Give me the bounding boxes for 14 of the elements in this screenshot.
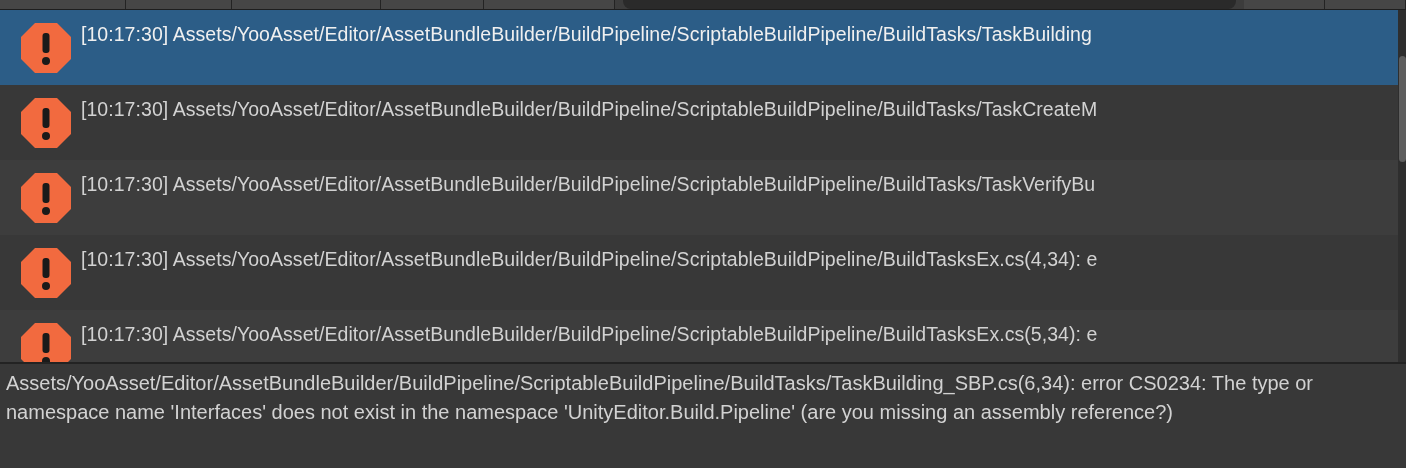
error-icon	[20, 247, 72, 299]
error-detail: Assets/YooAsset/Editor/AssetBundleBuilder/BuildPipeline/ScriptableBuildPipeline/BuildTasks/TaskBuilding_SBP.cs(6,34): error CS0234: The type or namespace name 'Interfaces' does not exist in the namespace 'UnityEditor.Build.Pipeline' (are you missing an assembly reference?)	[6, 371, 1315, 425]
log-message: [10:17:30] Assets/YooAsset/Editor/AssetBundleBuilder/BuildPipeline/ScriptableBuildPipeline/BuildTasks/TaskVerifyBu	[81, 173, 1096, 196]
scrollbar[interactable]	[1398, 10, 1406, 362]
log-message: [10:17:30] Assets/YooAsset/Editor/AssetBundleBuilder/BuildPipeline/ScriptableBuildPipeline/BuildTasksEx.cs(5,34): e	[81, 323, 1098, 346]
error-icon	[20, 172, 72, 224]
log-entry[interactable]: [10:17:30] Assets/YooAsset/Editor/AssetBundleBuilder/BuildPipeline/ScriptableBuildPipeline/BuildTasks/TaskBuilding	[0, 10, 1398, 85]
log-message: [10:17:30] Assets/YooAsset/Editor/AssetBundleBuilder/BuildPipeline/ScriptableBuildPipeline/BuildTasksEx.cs(4,34): e	[81, 248, 1098, 271]
log-message: [10:17:30] Assets/YooAsset/Editor/AssetBundleBuilder/BuildPipeline/ScriptableBuildPipeline/BuildTasks/TaskBuilding	[81, 23, 1092, 46]
log-entry[interactable]: [10:17:30] Assets/YooAsset/Editor/AssetBundleBuilder/BuildPipeline/ScriptableBuildPipeline/BuildTasks/TaskVerifyBu	[0, 160, 1398, 235]
log-message: [10:17:30] Assets/YooAsset/Editor/AssetBundleBuilder/BuildPipeline/ScriptableBuildPipeline/BuildTasks/TaskCreateM	[81, 98, 1098, 121]
error-icon	[20, 97, 72, 149]
log-entry[interactable]: [10:17:30] Assets/YooAsset/Editor/AssetBundleBuilder/BuildPipeline/ScriptableBuildPipeline/BuildTasksEx.cs(5,34): e	[0, 310, 1398, 362]
error-icon	[20, 22, 72, 74]
